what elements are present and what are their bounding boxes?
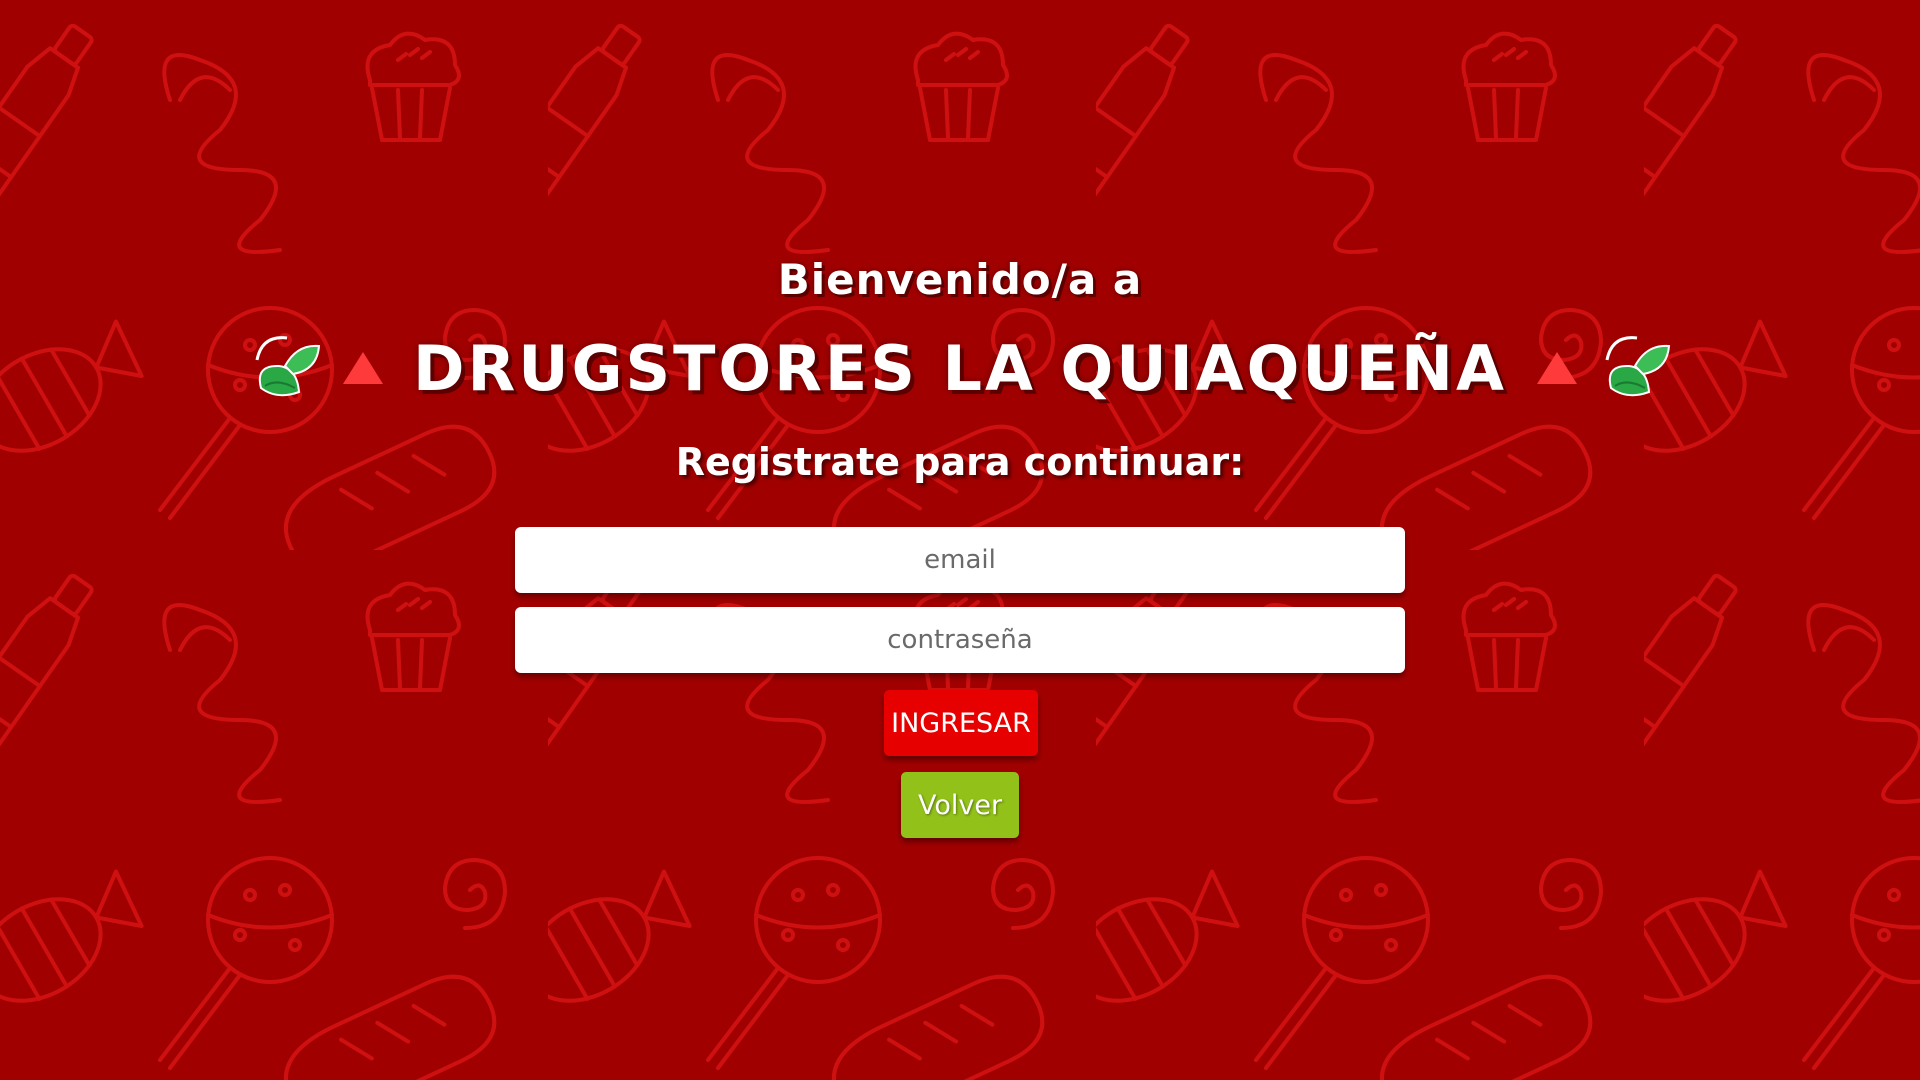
- back-button[interactable]: Volver: [901, 772, 1019, 838]
- welcome-heading: Bienvenido/a a: [777, 255, 1143, 304]
- login-page: Bienvenido/a a DRUGSTORES LA QUIAQUEÑA R…: [0, 0, 1920, 1080]
- password-input[interactable]: [515, 607, 1405, 673]
- triangle-icon: [343, 352, 384, 384]
- email-input[interactable]: [515, 527, 1405, 593]
- store-title: DRUGSTORES LA QUIAQUEÑA: [413, 331, 1507, 405]
- triangle-icon: [1536, 352, 1577, 384]
- login-button[interactable]: INGRESAR: [884, 690, 1038, 756]
- title-row: DRUGSTORES LA QUIAQUEÑA: [0, 330, 1920, 406]
- register-prompt: Registrate para continuar:: [675, 440, 1245, 484]
- leaf-icon: [255, 336, 321, 397]
- leaf-icon: [1605, 336, 1671, 397]
